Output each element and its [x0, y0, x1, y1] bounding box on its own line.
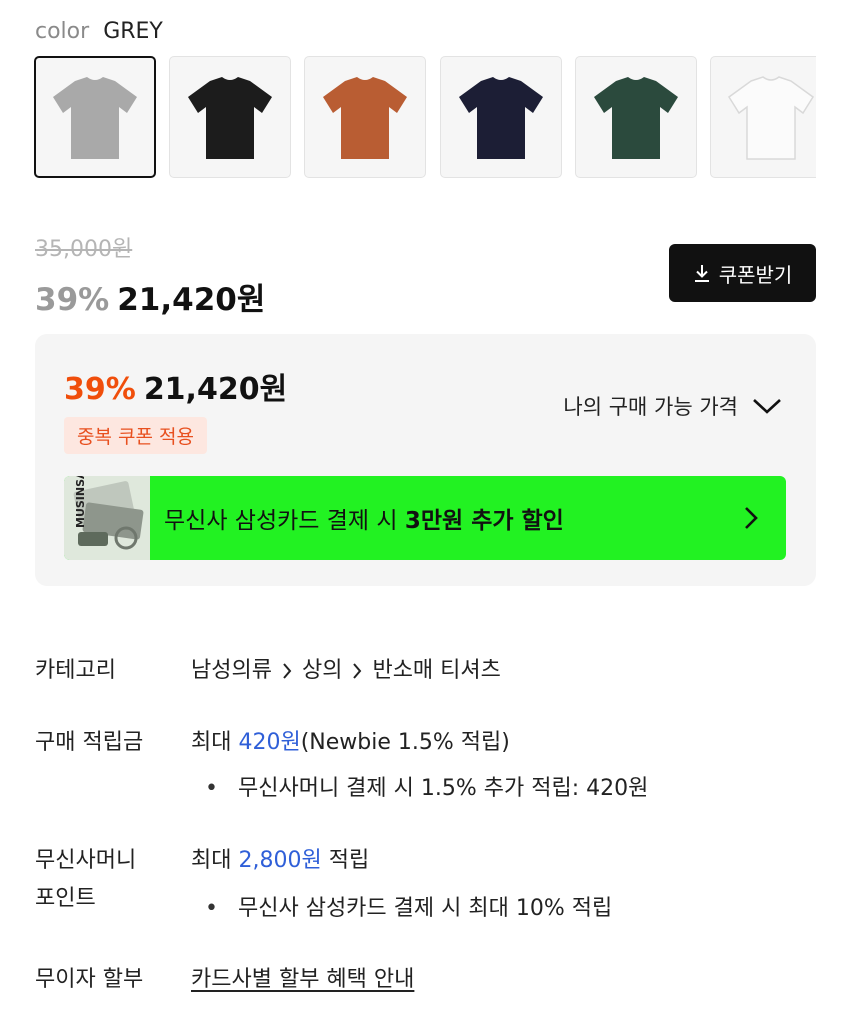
points-amount: 420원 — [238, 730, 301, 755]
points-prefix: 최대 — [191, 730, 232, 755]
my-price-box: 39% 21,420원 중복 쿠폰 적용 나의 구매 가능 가격 MUSINSA… — [35, 334, 816, 586]
color-swatch-orange[interactable] — [304, 56, 426, 178]
card-thumb-text: MUSINSA — [74, 476, 87, 528]
my-price-toggle[interactable]: 나의 구매 가능 가격 — [563, 391, 782, 421]
tshirt-icon — [188, 77, 272, 159]
get-coupon-label: 쿠폰받기 — [718, 262, 793, 287]
get-coupon-button[interactable]: 쿠폰받기 — [669, 244, 816, 302]
tshirt-icon — [459, 77, 543, 159]
money-amount: 2,800원 — [238, 848, 322, 873]
color-selector-label-row: color GREY — [35, 16, 163, 46]
installment-benefits-link[interactable]: 카드사별 할부 혜택 안내 — [191, 961, 414, 999]
samsung-card-banner[interactable]: MUSINSA 무신사 삼성카드 결제 시 3만원 추가 할인 — [64, 476, 786, 560]
color-swatch-navy[interactable] — [440, 56, 562, 178]
chevron-down-icon — [752, 397, 782, 415]
color-swatch-black[interactable] — [169, 56, 291, 178]
installment-key: 무이자 할부 — [35, 967, 144, 992]
chevron-right-icon — [744, 506, 758, 530]
color-swatch-grey[interactable] — [34, 56, 156, 178]
tshirt-icon — [727, 76, 815, 160]
musinsa-money-key: 무신사머니 포인트 — [35, 842, 185, 918]
color-swatch-list — [34, 56, 816, 178]
breadcrumb-item-men-clothing[interactable]: 남성의류 — [191, 652, 272, 690]
card-promo-thumbnail: MUSINSA — [64, 476, 150, 560]
purchase-points-key: 구매 적립금 — [35, 730, 144, 755]
sale-price-row: 39% 21,420원 — [35, 274, 265, 319]
tshirt-icon — [53, 77, 137, 159]
category-key: 카테고리 — [35, 658, 116, 683]
chevron-right-icon — [352, 662, 362, 680]
color-swatch-white[interactable] — [710, 56, 816, 178]
card-banner-text-bold: 3만원 추가 할인 — [404, 508, 564, 534]
money-suffix: 적립 — [328, 848, 370, 873]
card-banner-text: 무신사 삼성카드 결제 시 3만원 추가 할인 — [164, 501, 744, 535]
duplicate-coupon-badge: 중복 쿠폰 적용 — [64, 417, 207, 454]
musinsa-money-row: 무신사머니 포인트 최대 2,800원 적립 무신사 삼성카드 결제 시 최대 … — [35, 842, 815, 942]
musinsa-money-value: 최대 2,800원 적립 — [191, 842, 369, 880]
my-price-row: 39% 21,420원 — [64, 364, 287, 408]
original-price: 35,000원 — [35, 237, 133, 262]
breadcrumb: 남성의류 상의 반소매 티셔츠 — [191, 652, 501, 690]
musinsa-money-key-line2: 포인트 — [35, 886, 96, 911]
color-label: color — [35, 18, 90, 44]
download-icon — [693, 263, 711, 283]
installment-row: 무이자 할부 카드사별 할부 혜택 안내 — [35, 961, 815, 1001]
musinsa-money-key-line1: 무신사머니 — [35, 848, 137, 873]
color-swatch-green[interactable] — [575, 56, 697, 178]
discount-rate: 39% — [35, 282, 110, 318]
selected-color-value: GREY — [103, 18, 163, 44]
breadcrumb-item-tops[interactable]: 상의 — [302, 652, 342, 690]
tshirt-icon — [323, 77, 407, 159]
chevron-right-icon — [282, 662, 292, 680]
money-prefix: 최대 — [191, 848, 232, 873]
installment-value: 카드사별 할부 혜택 안내 — [191, 961, 414, 999]
points-bullet: 무신사머니 결제 시 1.5% 추가 적립: 420원 — [205, 770, 648, 808]
my-price: 21,420원 — [143, 372, 288, 407]
sale-price: 21,420원 — [117, 282, 266, 318]
card-banner-text-regular: 무신사 삼성카드 결제 시 — [164, 508, 398, 534]
points-suffix: (Newbie 1.5% 적립) — [300, 730, 510, 755]
my-price-toggle-label: 나의 구매 가능 가격 — [563, 395, 738, 419]
tshirt-icon — [594, 77, 678, 159]
purchase-points-row: 구매 적립금 최대 420원(Newbie 1.5% 적립) 무신사머니 결제 … — [35, 724, 815, 814]
my-discount-rate: 39% — [64, 372, 136, 407]
purchase-points-value: 최대 420원 (Newbie 1.5% 적립) — [191, 724, 510, 762]
breadcrumb-item-short-sleeve-tees[interactable]: 반소매 티셔츠 — [372, 652, 500, 690]
money-bullet: 무신사 삼성카드 결제 시 최대 10% 적립 — [205, 890, 612, 928]
